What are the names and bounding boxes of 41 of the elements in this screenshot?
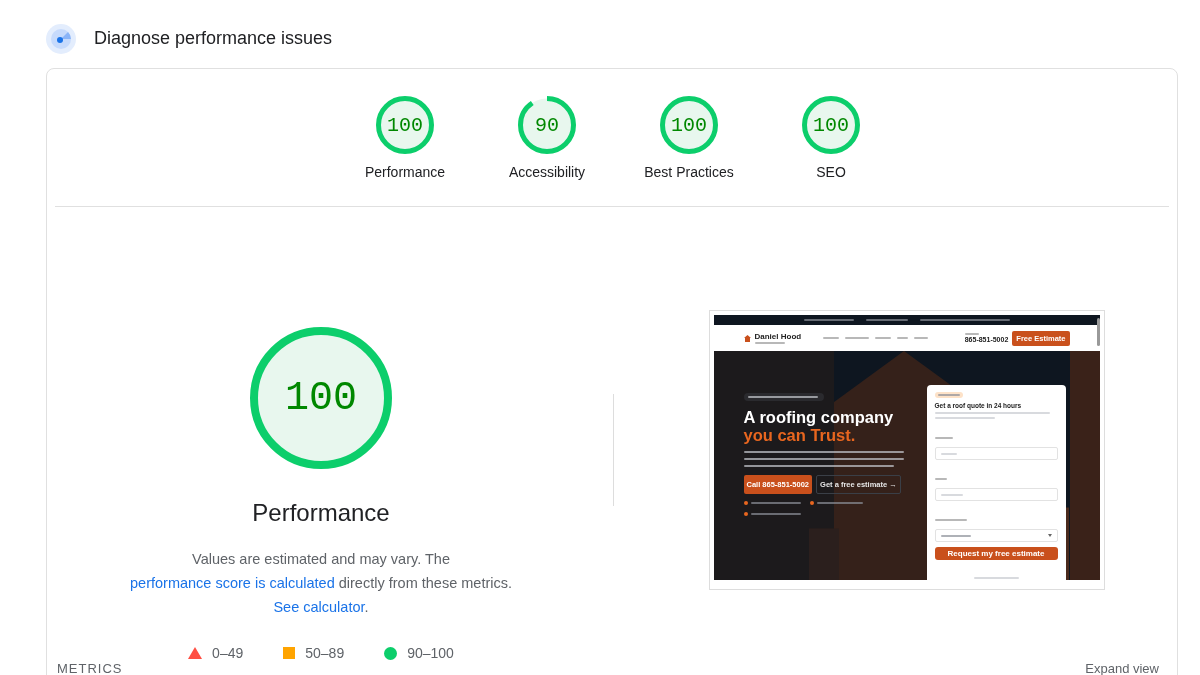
score-gauge — [802, 96, 860, 154]
description-link[interactable]: See calculator — [273, 599, 365, 615]
expand-view-link[interactable]: Expand view — [1085, 661, 1159, 675]
performance-title: Performance — [252, 499, 390, 527]
legend-label: 50–89 — [305, 645, 345, 661]
hero-heading: A roofing company — [743, 408, 894, 426]
score-value: 100 — [284, 375, 358, 421]
score-description: Values are estimated and may vary. The performance score is calculated directly from these metrics. See calculator. — [129, 550, 513, 617]
house-icon — [743, 334, 751, 342]
score-value: 100 — [670, 113, 708, 137]
description-link[interactable]: performance score is calculated — [130, 575, 335, 591]
category-label[interactable]: SEO — [816, 164, 846, 180]
hero-heading-accent: you can Trust. — [743, 426, 856, 444]
input-field[interactable] — [934, 488, 1058, 501]
blurred-text — [754, 341, 785, 344]
blurred-text — [940, 452, 957, 455]
score-value: 100 — [386, 113, 424, 137]
brand-name: Daniel Hood — [754, 332, 802, 340]
input-field[interactable] — [934, 447, 1058, 460]
chevron-down-icon — [1047, 534, 1052, 537]
score-value: 100 — [812, 113, 850, 137]
blurred-text — [940, 493, 963, 496]
blurred-text — [940, 534, 971, 537]
category-label[interactable]: Best Practices — [644, 164, 734, 180]
metrics-heading: METRICS — [57, 661, 123, 675]
scrollbar[interactable] — [1096, 318, 1100, 346]
score-gauge — [518, 96, 576, 154]
circle-icon — [384, 646, 398, 660]
category-label[interactable]: Performance — [364, 164, 446, 180]
section-title: Diagnose performance issues — [94, 28, 333, 49]
category-label[interactable]: Accessibility — [508, 164, 586, 180]
square-icon — [283, 647, 296, 659]
radar-icon — [46, 23, 76, 54]
score-gauge — [660, 96, 718, 154]
submit-button[interactable]: Request my free estimate — [934, 547, 1058, 560]
triangle-icon — [188, 647, 203, 659]
score-gauge — [376, 96, 434, 154]
legend-label: 90–100 — [407, 645, 454, 661]
select-field[interactable] — [934, 529, 1058, 542]
score-value: 90 — [534, 113, 560, 137]
legend-label: 0–49 — [212, 645, 244, 661]
